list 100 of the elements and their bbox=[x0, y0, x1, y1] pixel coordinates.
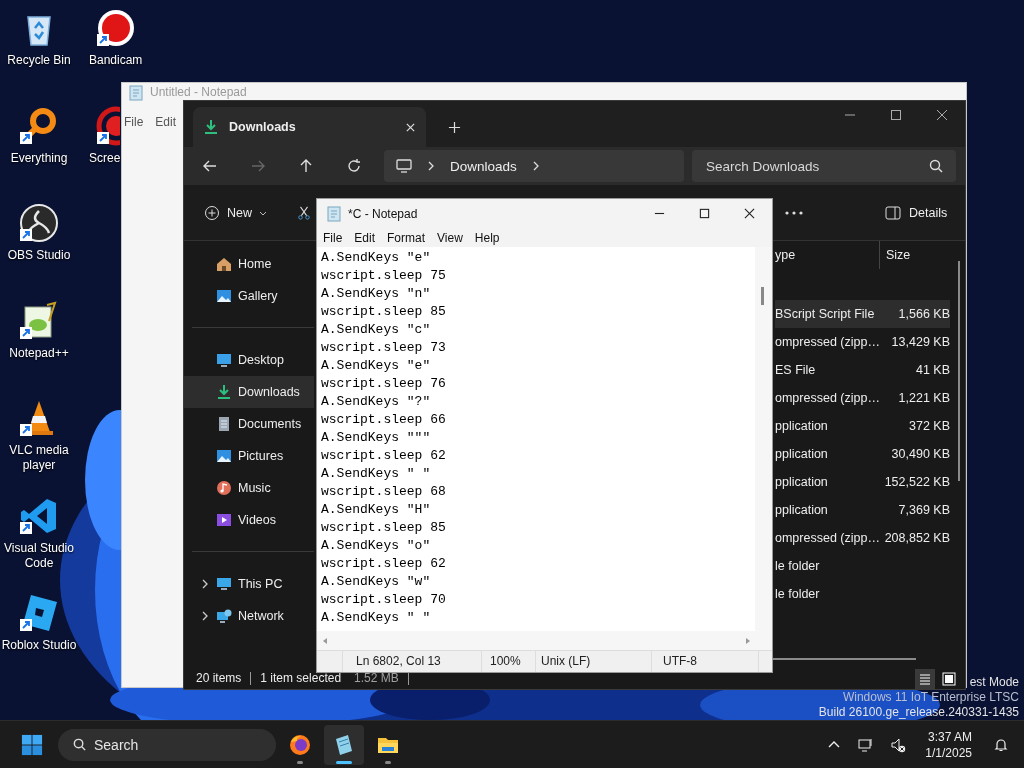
code-line: A.SendKeys " " bbox=[321, 609, 432, 627]
gallery-icon bbox=[216, 288, 232, 304]
desktop-shortcut[interactable]: Roblox Studio bbox=[1, 585, 77, 683]
file-row[interactable]: ompressed (zipp… 208,852 KB bbox=[775, 524, 950, 552]
desktop-shortcut[interactable]: Notepad++ bbox=[1, 292, 77, 390]
status-text: Ln 6802, Col 13 bbox=[343, 651, 482, 672]
file-row[interactable]: le folder bbox=[775, 552, 950, 580]
system-watermark-text: Build 26100.ge_release.240331-1435 bbox=[818, 705, 1019, 720]
address-bar[interactable]: Downloads bbox=[384, 150, 684, 182]
file-row[interactable]: ompressed (zipp… 1,221 KB bbox=[775, 384, 950, 412]
chevron-right-icon[interactable] bbox=[426, 161, 436, 171]
sidebar-item[interactable]: This PC bbox=[184, 568, 314, 600]
refresh-icon[interactable] bbox=[346, 158, 362, 174]
chevron-right-icon[interactable] bbox=[200, 611, 210, 621]
breadcrumb[interactable]: Downloads bbox=[450, 158, 517, 174]
search-field[interactable]: Search bbox=[58, 728, 276, 761]
windows-start-icon[interactable] bbox=[21, 733, 43, 756]
sidebar-item[interactable]: Network bbox=[184, 600, 314, 632]
file-row[interactable]: BScript Script File 1,566 KB bbox=[775, 300, 950, 328]
scissors-icon[interactable] bbox=[297, 204, 311, 221]
file-row[interactable]: ES File 41 KB bbox=[775, 356, 950, 384]
network-icon bbox=[216, 608, 232, 624]
code-line: A.SendKeys """ bbox=[321, 429, 432, 447]
search-field[interactable]: Search Downloads bbox=[692, 150, 956, 182]
code-line: wscript.sleep 73 bbox=[321, 339, 447, 357]
scrollbar[interactable] bbox=[958, 261, 960, 481]
music-note-icon bbox=[216, 480, 232, 496]
menu-item[interactable]: View bbox=[437, 230, 463, 245]
code-line: A.SendKeys "H" bbox=[321, 501, 432, 519]
sidebar-item[interactable]: Pictures bbox=[184, 440, 314, 472]
menu-item[interactable]: Edit bbox=[354, 230, 376, 245]
taskbar-app[interactable] bbox=[324, 724, 364, 765]
scrollbar-thumb[interactable] bbox=[761, 287, 764, 305]
new-tab-icon[interactable] bbox=[448, 121, 461, 134]
plus-circle-icon bbox=[204, 204, 220, 221]
clock[interactable]: 3:37 AM 1/1/2025 bbox=[925, 728, 972, 761]
home-icon bbox=[216, 256, 232, 272]
document-icon bbox=[216, 416, 232, 432]
code-line: wscript.sleep 62 bbox=[321, 555, 447, 573]
file-row[interactable]: le folder bbox=[775, 580, 950, 608]
column-header[interactable]: Size bbox=[879, 241, 957, 269]
search-icon bbox=[928, 158, 944, 174]
menu-item[interactable]: Edit bbox=[155, 115, 177, 129]
more-options-icon[interactable] bbox=[785, 210, 803, 215]
code-line: wscript.sleep 62 bbox=[321, 447, 447, 465]
desktop-shortcut[interactable]: VLC media player bbox=[1, 390, 77, 488]
scrollbar[interactable] bbox=[771, 658, 916, 660]
scroll-left-icon[interactable] bbox=[321, 636, 329, 645]
new-button[interactable]: New bbox=[200, 200, 271, 225]
menu-item[interactable]: File bbox=[323, 230, 343, 245]
code-line: wscript.sleep 75 bbox=[321, 267, 447, 285]
file-row[interactable]: pplication 372 KB bbox=[775, 412, 950, 440]
code-line: wscript.sleep 85 bbox=[321, 303, 447, 321]
close-icon[interactable] bbox=[405, 121, 416, 133]
sidebar-item[interactable]: Desktop bbox=[184, 344, 314, 376]
desktop-shortcut[interactable]: Scree bbox=[89, 97, 121, 195]
status-text: 20 items bbox=[196, 672, 252, 685]
window-title: *C - Notepad bbox=[348, 206, 418, 221]
desktop-shortcut[interactable]: OBS Studio bbox=[1, 195, 77, 293]
sidebar-item[interactable]: Downloads bbox=[184, 376, 314, 408]
desktop-shortcut[interactable]: Everything bbox=[1, 97, 77, 195]
status-text: 100% bbox=[482, 651, 536, 672]
code-line: A.SendKeys "w" bbox=[321, 573, 432, 591]
chevron-right-icon[interactable] bbox=[200, 579, 210, 589]
file-row[interactable]: pplication 30,490 KB bbox=[775, 440, 950, 468]
sidebar-item[interactable]: Music bbox=[184, 472, 314, 504]
up-arrow-icon[interactable] bbox=[298, 158, 314, 174]
scroll-right-icon[interactable] bbox=[744, 636, 752, 645]
tab[interactable]: Downloads bbox=[193, 107, 426, 147]
details-button[interactable]: Details bbox=[881, 200, 952, 225]
system-watermark-text: Windows 11 IoT Enterprise LTSC bbox=[842, 690, 1019, 705]
code-line: A.SendKeys "o" bbox=[321, 537, 432, 555]
desktop-shortcut[interactable]: Visual Studio Code bbox=[1, 487, 77, 585]
code-line: wscript.sleep 66 bbox=[321, 411, 447, 429]
file-row[interactable]: pplication 7,369 KB bbox=[775, 496, 950, 524]
code-line: A.SendKeys "e" bbox=[321, 357, 432, 375]
sidebar-item[interactable]: Documents bbox=[184, 408, 314, 440]
desktop-shortcut[interactable]: Recycle Bin bbox=[1, 0, 77, 98]
code-line: A.SendKeys "?" bbox=[321, 393, 432, 411]
download-icon bbox=[216, 384, 232, 400]
code-line: A.SendKeys "n" bbox=[321, 285, 432, 303]
window-title: Untitled - Notepad bbox=[150, 85, 247, 99]
back-arrow-icon[interactable] bbox=[202, 158, 218, 174]
file-row[interactable]: pplication 152,522 KB bbox=[775, 468, 950, 496]
menu-item[interactable]: File bbox=[124, 115, 144, 129]
menu-item[interactable]: Help bbox=[474, 230, 500, 245]
menu-item[interactable]: Format bbox=[387, 230, 426, 245]
download-icon bbox=[203, 119, 219, 135]
sidebar-item[interactable]: Home bbox=[184, 248, 314, 280]
status-text: UTF-8 bbox=[652, 651, 759, 672]
forward-arrow-icon[interactable] bbox=[250, 158, 266, 174]
column-header[interactable]: ype bbox=[775, 248, 879, 262]
sidebar-item[interactable]: Gallery bbox=[184, 280, 314, 312]
sidebar-item[interactable]: Videos bbox=[184, 504, 314, 536]
details-view-icon[interactable] bbox=[915, 668, 935, 689]
browser-icon bbox=[288, 732, 312, 757]
code-line: A.SendKeys "e" bbox=[321, 249, 432, 267]
file-row[interactable]: ompressed (zipp… 13,429 KB bbox=[775, 328, 950, 356]
code-line: wscript.sleep 76 bbox=[321, 375, 447, 393]
desktop-shortcut[interactable]: Bandicam bbox=[89, 0, 143, 98]
